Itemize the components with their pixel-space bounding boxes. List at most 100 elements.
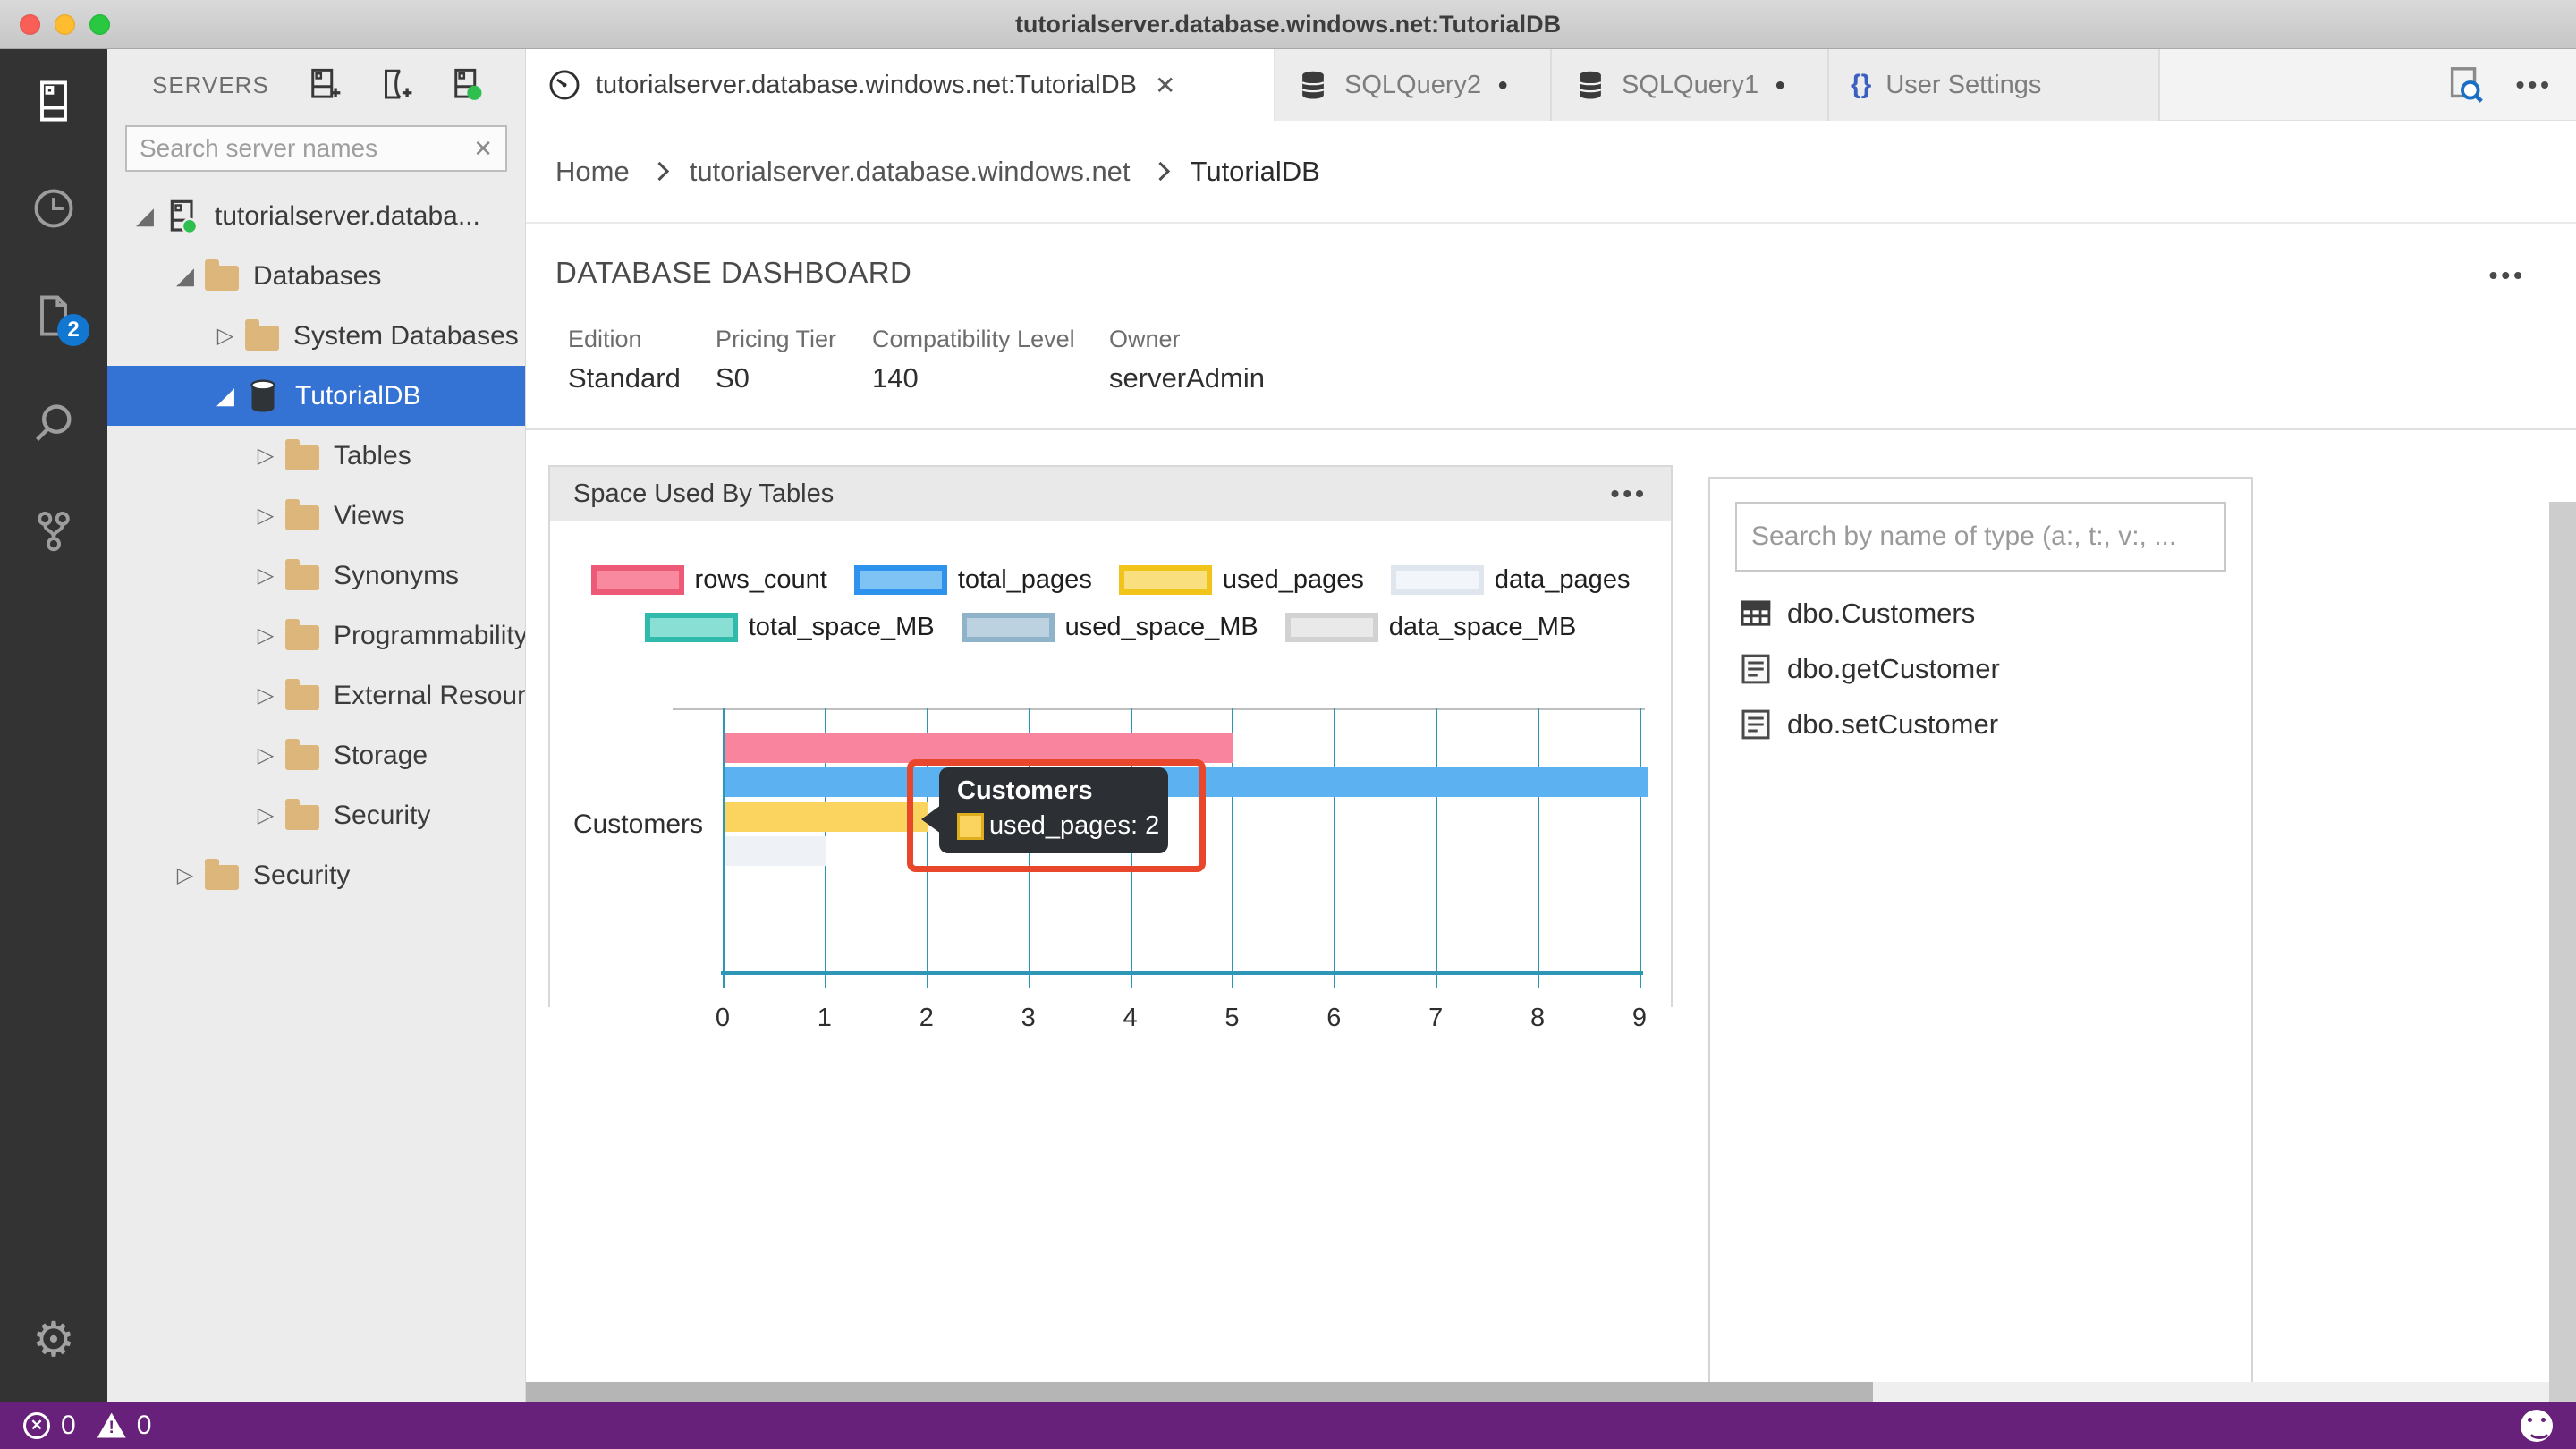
tree-item-storage[interactable]: ▷Storage [107,725,525,785]
dashboard-more-actions-icon[interactable]: ••• [2489,261,2526,290]
legend-swatch-rows-count [591,565,684,595]
tree-item-synonyms[interactable]: ▷ Synonyms [107,546,525,606]
activity-item-servers[interactable] [29,76,79,126]
activity-item-source-control[interactable] [29,505,79,555]
server-search-input[interactable] [140,134,473,163]
bar-data-pages[interactable] [724,836,826,866]
status-bar: ✕ 0 ! 0 [0,1402,2576,1449]
tree-item-tutorialserver-databa[interactable]: ◢tutorialserver.databa... [107,186,525,246]
window-title: tutorialserver.database.windows.net:Tuto… [1015,11,1561,38]
task-history-icon [30,185,77,232]
vertical-scrollbar[interactable] [2549,502,2576,1402]
tree-item-programmability[interactable]: ▷Programmability [107,606,525,665]
breadcrumb-item-home[interactable]: Home [555,156,630,188]
property-value: S0 [716,362,872,394]
legend-label: data_pages [1495,565,1631,595]
object-search-box[interactable] [1735,502,2226,572]
tree-item-tutorialdb[interactable]: ◢TutorialDB [107,366,525,426]
activity-item-search[interactable] [29,398,79,448]
dirty-indicator-icon: ● [1775,75,1785,96]
collapsed-twistie-icon[interactable]: ▷ [248,503,284,529]
tree-item-views[interactable]: ▷Views [107,486,525,546]
object-item-dbo-setcustomer[interactable]: dbo.setCustomer [1710,697,2251,752]
breadcrumb-chevron-icon [1150,162,1169,181]
app-window: tutorialserver.database.windows.net:Tuto… [0,0,2576,1449]
legend-label: used_space_MB [1065,613,1258,642]
tree-item-security[interactable]: ▷Security [107,845,525,905]
warnings-icon[interactable]: ! [97,1413,126,1438]
breadcrumb-item-tutorialserver-database-windows-net[interactable]: tutorialserver.database.windows.net [690,156,1131,188]
collapsed-twistie-icon[interactable]: ▷ [167,862,203,888]
object-item-dbo-customers[interactable]: dbo.Customers [1710,586,2251,641]
object-item-label: dbo.Customers [1787,597,1975,630]
object-search-input[interactable] [1751,521,2210,552]
object-item-dbo-getcustomer[interactable]: dbo.getCustomer [1710,641,2251,697]
legend-swatch-used-pages [1119,565,1212,595]
x-tick-label: 5 [1212,1004,1251,1033]
open-editors-badge: 2 [57,314,89,346]
legend-item-used-pages: used_pages [1119,565,1364,595]
tab-user-settings[interactable]: {}User Settings [1829,49,2160,121]
tab-sqlquery2[interactable]: SQLQuery2● [1275,49,1552,121]
tree-item-external-resour[interactable]: ▷External Resour... [107,665,525,725]
tree-item-databases[interactable]: ◢Databases [107,246,525,306]
settings-gear-icon[interactable]: ⚙ [32,1316,75,1364]
collapsed-twistie-icon[interactable]: ▷ [208,323,243,349]
collapsed-twistie-icon[interactable]: ▷ [248,742,284,768]
property-pricing-tier: Pricing TierS0 [716,326,872,394]
y-category-label: Customers [562,809,703,840]
chart-tooltip: Customers used_pages: 2 [939,767,1168,853]
show-active-connections-icon[interactable] [448,66,486,104]
activity-item-open-editors[interactable]: 2 [29,291,79,341]
folder-icon [245,322,279,351]
expanded-twistie-icon[interactable]: ◢ [208,382,243,410]
property-edition: EditionStandard [568,326,716,394]
tab-label: tutorialserver.database.windows.net:Tuto… [596,71,1137,100]
collapsed-twistie-icon[interactable]: ▷ [248,443,284,469]
tree-item-system-databases[interactable]: ▷System Databases [107,306,525,366]
collapsed-twistie-icon[interactable]: ▷ [248,682,284,708]
breadcrumb-item-tutorialdb[interactable]: TutorialDB [1191,156,1320,188]
collapsed-twistie-icon[interactable]: ▷ [248,802,284,828]
close-window-button[interactable] [20,14,40,35]
x-tick-label: 1 [805,1004,844,1033]
legend-item-data-pages: data_pages [1391,565,1631,595]
bar-used-pages[interactable] [724,802,928,832]
zoom-window-button[interactable] [89,14,110,35]
legend-swatch-total-pages [854,565,947,595]
widget-more-actions-icon[interactable]: ••• [1611,479,1648,508]
new-connection-icon[interactable] [305,66,343,104]
x-tick-label: 6 [1314,1004,1353,1033]
server-search-box[interactable]: ✕ [125,125,507,172]
legend-label: data_space_MB [1389,613,1577,642]
collapsed-twistie-icon[interactable]: ▷ [248,623,284,648]
legend-swatch-total-space-mb [645,613,738,642]
x-tick-label: 4 [1111,1004,1150,1033]
expanded-twistie-icon[interactable]: ◢ [127,202,163,230]
dashboard-icon [547,68,581,102]
x-tick-label: 9 [1620,1004,1659,1033]
minimize-window-button[interactable] [55,14,75,35]
x-tick-label: 0 [703,1004,742,1033]
horizontal-scrollbar[interactable] [526,1382,2549,1402]
activity-item-task-history[interactable] [29,183,79,233]
feedback-smiley-icon[interactable] [2521,1410,2553,1442]
tree-item-security[interactable]: ▷Security [107,785,525,845]
more-actions-icon[interactable]: ••• [2516,71,2553,99]
tab-sqlquery1[interactable]: SQLQuery1● [1552,49,1829,121]
tab-close-icon[interactable]: ✕ [1155,71,1175,100]
page-title: DATABASE DASHBOARD [555,256,2576,290]
tooltip-value: used_pages: 2 [989,811,1159,841]
chart-legend-row-1: rows_counttotal_pagesused_pagesdata_page… [550,565,1671,595]
expanded-twistie-icon[interactable]: ◢ [167,262,203,290]
tree-item-label: Synonyms [334,561,459,591]
new-server-group-icon[interactable] [377,66,414,104]
errors-icon[interactable]: ✕ [23,1412,50,1439]
tree-item-tables[interactable]: ▷Tables [107,426,525,486]
collapsed-twistie-icon[interactable]: ▷ [248,563,284,589]
tab-tutorialserver-database-windows-net-tutorialdb[interactable]: tutorialserver.database.windows.net:Tuto… [526,49,1275,121]
open-preview-icon[interactable] [2445,64,2486,106]
horizontal-scrollbar-thumb[interactable] [526,1382,1873,1402]
property-label: Edition [568,326,716,353]
clear-search-icon[interactable]: ✕ [473,135,493,163]
